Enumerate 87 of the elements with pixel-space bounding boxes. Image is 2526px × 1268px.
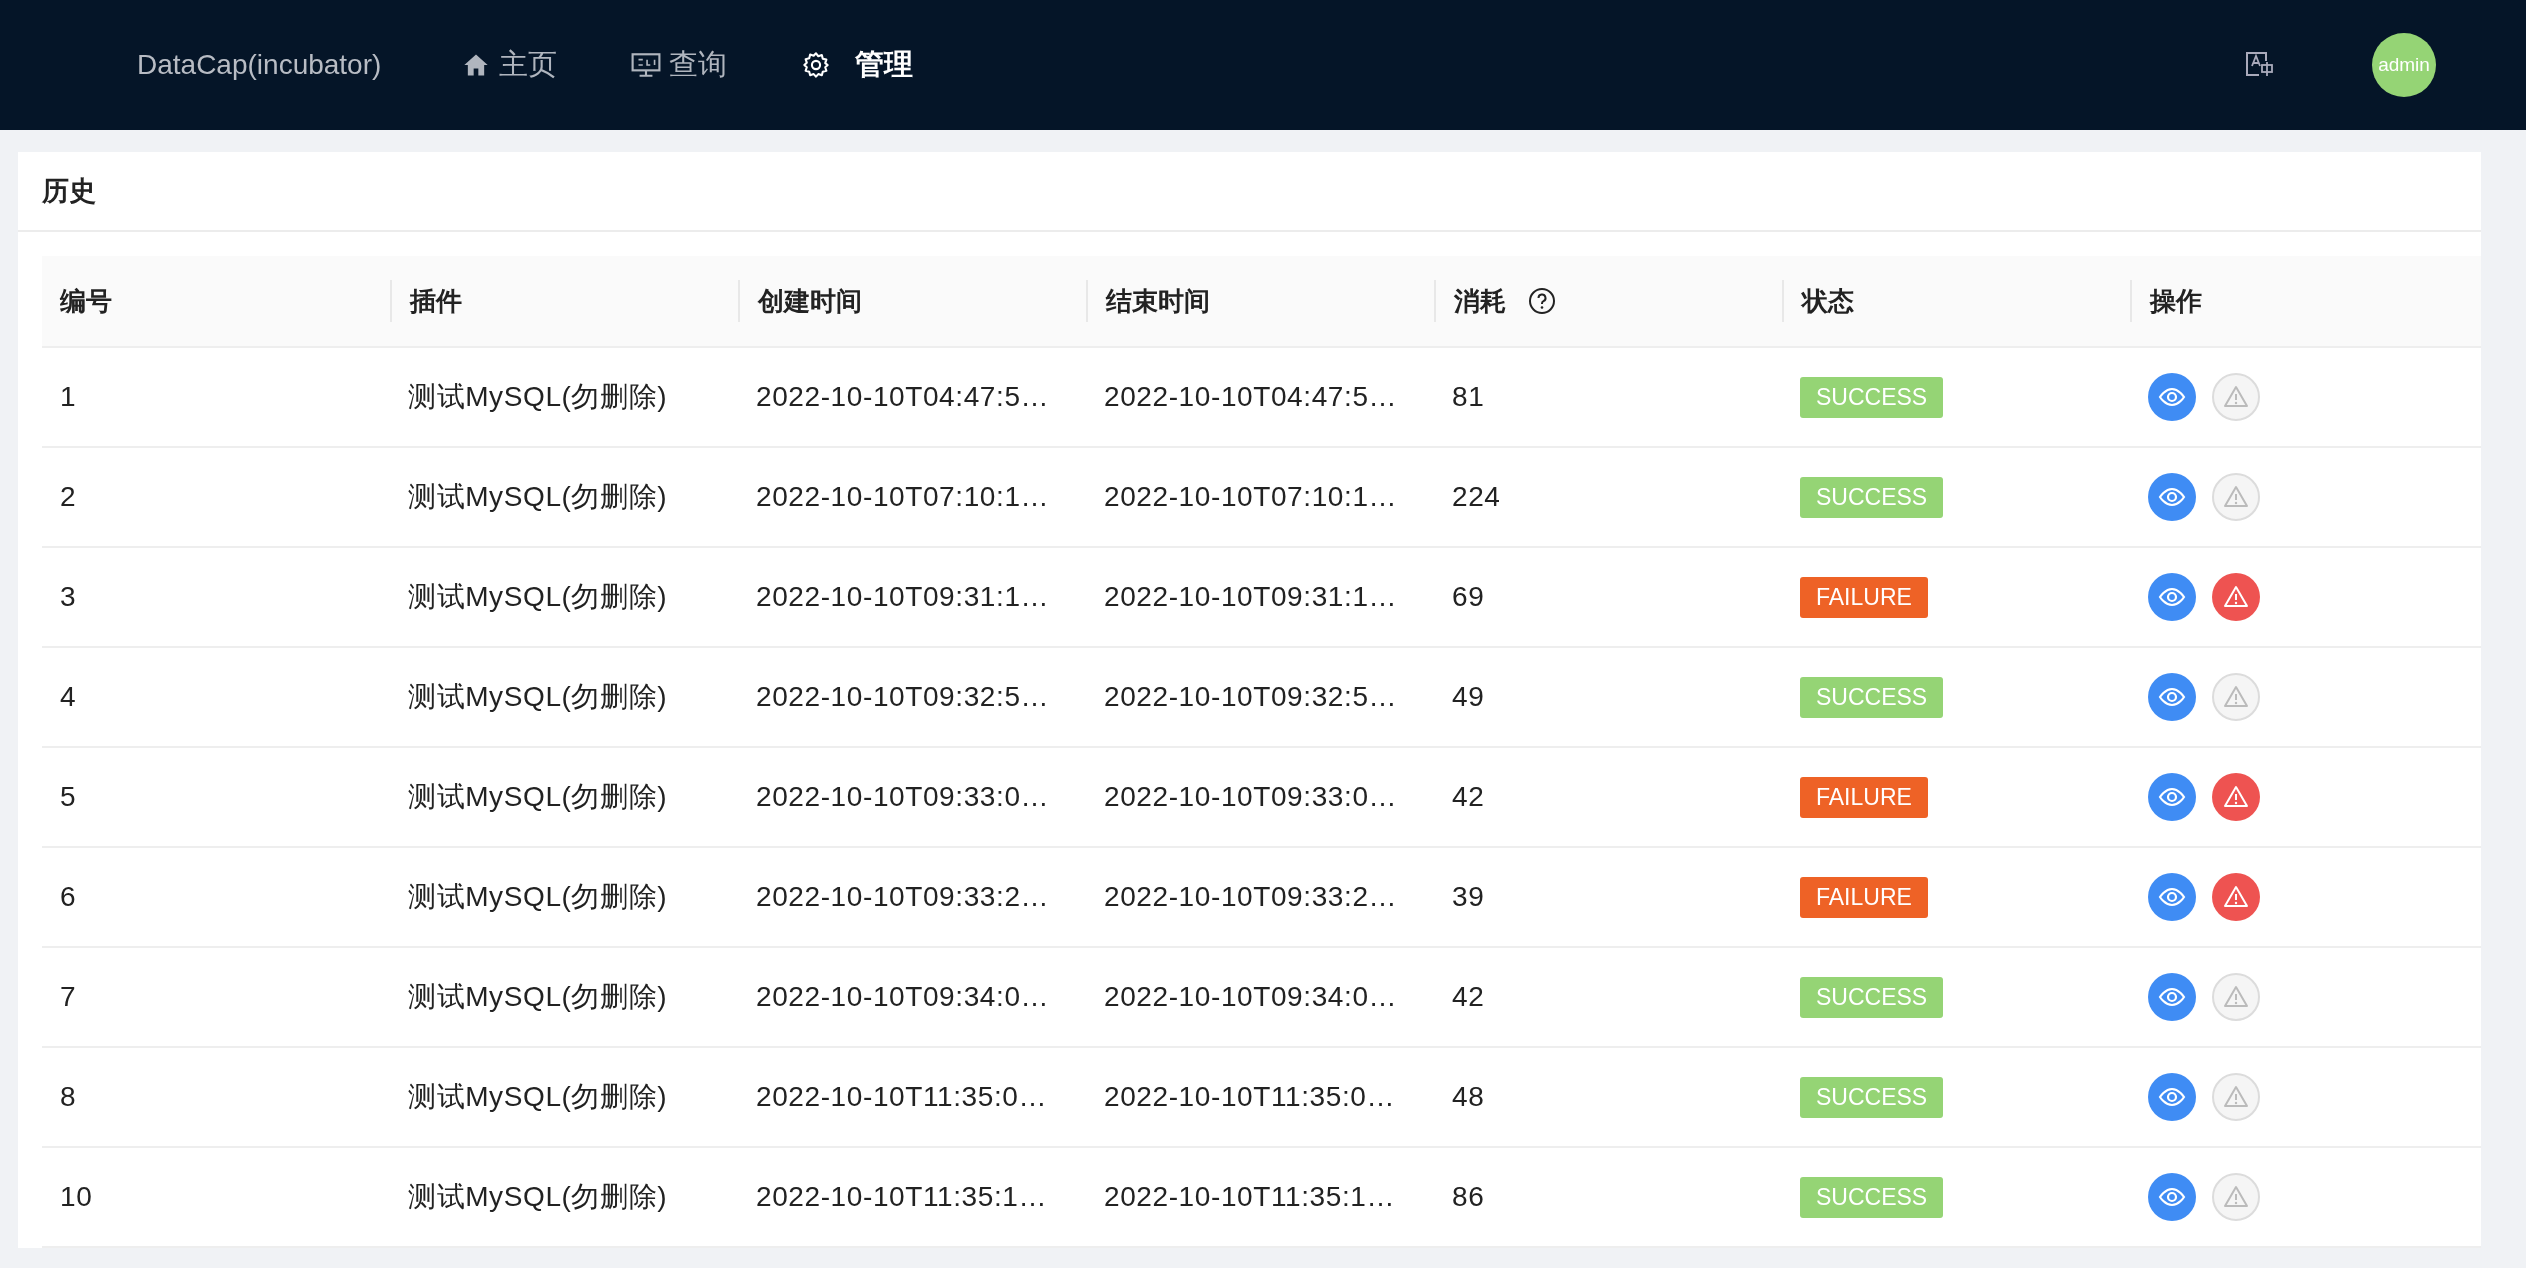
view-button[interactable] (2148, 1073, 2196, 1121)
view-button[interactable] (2148, 473, 2196, 521)
view-button[interactable] (2148, 1173, 2196, 1221)
table-cell-text: 2022-10-10T09:34:0… (1103, 981, 1399, 1013)
view-button[interactable] (2148, 673, 2196, 721)
status-tag: SUCCESS (1800, 976, 1944, 1018)
status-tag: FAILURE (1800, 876, 1928, 918)
table-cell-text: 2022-10-10T09:32:5… (755, 681, 1051, 713)
view-button[interactable] (2148, 973, 2196, 1021)
error-log-button[interactable] (2212, 673, 2260, 721)
status-tag: SUCCESS (1800, 376, 1944, 418)
table-cell-text: 49 (1451, 681, 1486, 713)
table-cell-text: 测试MySQL(勿删除) (407, 1080, 669, 1114)
table-cell-text: 2022-10-10T09:32:5… (1103, 681, 1399, 713)
table-cell-text: 测试MySQL(勿删除) (407, 980, 669, 1014)
view-button[interactable] (2148, 373, 2196, 421)
table-cell-text: 42 (1451, 981, 1486, 1013)
table-cell-text: 测试MySQL(勿删除) (407, 1180, 669, 1214)
status-tag: SUCCESS (1800, 676, 1944, 718)
table-cell-text: 测试MySQL(勿删除) (407, 480, 669, 514)
table-cell-text: 2022-10-10T07:10:1… (1103, 481, 1399, 513)
card-title: 历史 (18, 152, 2481, 232)
table-cell-text: 3 (59, 581, 78, 613)
error-log-button[interactable] (2212, 873, 2260, 921)
error-log-button[interactable] (2212, 573, 2260, 621)
column-header: 消耗 (1454, 284, 1506, 318)
table-cell-text: 42 (1451, 781, 1486, 813)
table-cell-text: 224 (1451, 481, 1502, 513)
settings-icon (801, 51, 832, 79)
table-cell-text: 2022-10-10T09:31:1… (1103, 581, 1399, 613)
table-cell-text: 2022-10-10T09:33:0… (1103, 781, 1399, 813)
table-cell-text: 2022-10-10T07:10:1… (755, 481, 1051, 513)
table-cell-text: 测试MySQL(勿删除) (407, 380, 669, 414)
view-button[interactable] (2148, 873, 2196, 921)
table-cell-text: 8 (59, 1081, 78, 1113)
help-icon[interactable] (1528, 287, 1556, 315)
table-cell-text: 1 (59, 381, 78, 413)
view-button[interactable] (2148, 573, 2196, 621)
monitor-icon (631, 51, 662, 79)
table-cell-text: 2022-10-10T11:35:1… (1103, 1181, 1397, 1213)
table-cell-text: 10 (59, 1181, 94, 1213)
table-cell-text: 测试MySQL(勿删除) (407, 880, 669, 914)
table-cell-text: 5 (59, 781, 78, 813)
status-tag: SUCCESS (1800, 476, 1944, 518)
column-header: 创建时间 (738, 280, 1086, 322)
column-header: 编号 (59, 284, 113, 318)
error-log-button[interactable] (2212, 773, 2260, 821)
column-header: 结束时间 (1086, 280, 1434, 322)
table-cell-text: 2022-10-10T09:34:0… (755, 981, 1051, 1013)
nav-tab[interactable]: 管理 (801, 45, 914, 85)
table-cell-text: 39 (1451, 881, 1486, 913)
error-log-button[interactable] (2212, 373, 2260, 421)
table-cell-text: 2022-10-10T11:35:0… (755, 1081, 1049, 1113)
table-cell-text: 测试MySQL(勿删除) (407, 580, 669, 614)
error-log-button[interactable] (2212, 1073, 2260, 1121)
table-cell-text: 69 (1451, 581, 1486, 613)
column-header: 状态 (1782, 280, 2130, 322)
table-cell-text: 81 (1451, 381, 1486, 413)
table-cell-text: 7 (59, 981, 78, 1013)
table-cell-text: 2022-10-10T11:35:1… (755, 1181, 1049, 1213)
table-cell-text: 86 (1451, 1181, 1486, 1213)
table-cell-text: 2022-10-10T09:33:2… (755, 881, 1051, 913)
status-tag: FAILURE (1800, 776, 1928, 818)
status-tag: SUCCESS (1800, 1076, 1944, 1118)
column-header: 操作 (2130, 280, 2478, 322)
table-cell-text: 2022-10-10T11:35:0… (1103, 1081, 1397, 1113)
table-cell-text: 2022-10-10T09:33:2… (1103, 881, 1399, 913)
table-cell-text: 2022-10-10T09:33:0… (755, 781, 1051, 813)
nav-tab[interactable]: 主页 (461, 45, 558, 85)
table-cell-text: 测试MySQL(勿删除) (407, 680, 669, 714)
error-log-button[interactable] (2212, 973, 2260, 1021)
nav-tab[interactable]: 查询 (631, 45, 728, 85)
brand-name[interactable]: DataCap(incubator) (137, 49, 382, 81)
table-cell-text: 2022-10-10T04:47:5… (1103, 381, 1399, 413)
table-cell-text: 2 (59, 481, 78, 513)
table-cell-text: 测试MySQL(勿删除) (407, 780, 669, 814)
table-cell-text: 6 (59, 881, 78, 913)
status-tag: FAILURE (1800, 576, 1928, 618)
table-cell-text: 2022-10-10T09:31:1… (755, 581, 1051, 613)
error-log-button[interactable] (2212, 1173, 2260, 1221)
status-tag: SUCCESS (1800, 1176, 1944, 1218)
view-button[interactable] (2148, 773, 2196, 821)
table-cell-text: 48 (1451, 1081, 1486, 1113)
column-header: 插件 (390, 280, 738, 322)
error-log-button[interactable] (2212, 473, 2260, 521)
table-cell-text: 2022-10-10T04:47:5… (755, 381, 1051, 413)
table-cell-text: 4 (59, 681, 78, 713)
